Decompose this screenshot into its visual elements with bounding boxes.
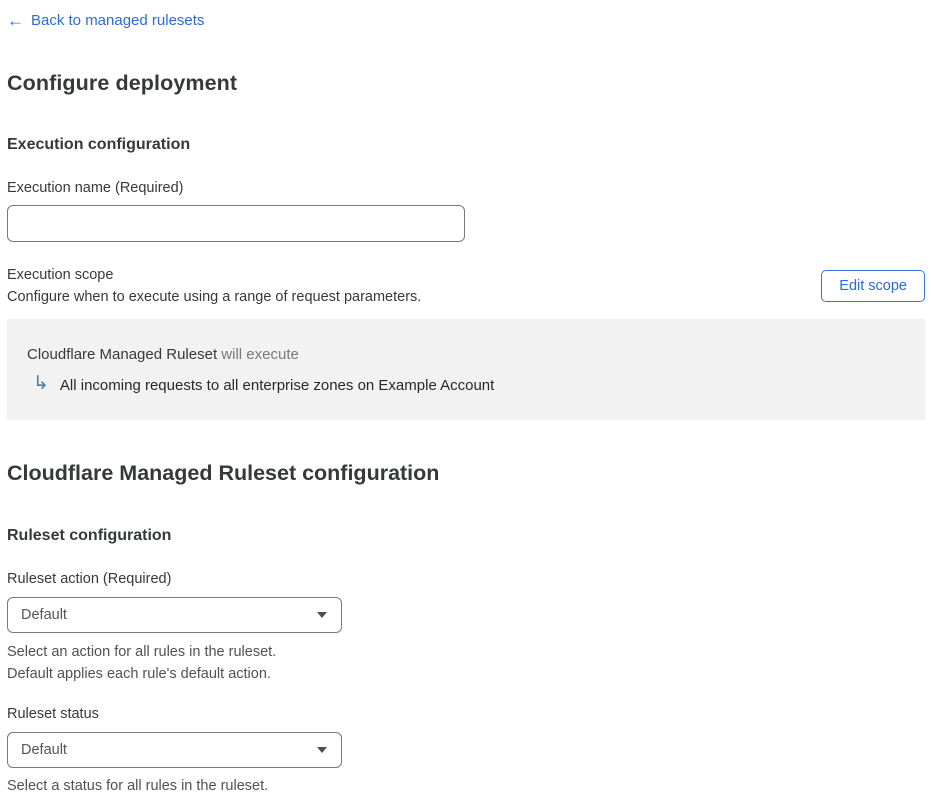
ruleset-action-help-line1: Select an action for all rules in the ru… <box>7 644 277 660</box>
execution-scope-description: Configure when to execute using a range … <box>7 289 422 305</box>
ruleset-action-help: Select an action for all rules in the ru… <box>7 641 925 685</box>
back-link-label: Back to managed rulesets <box>31 12 205 29</box>
execution-scope-row: Execution scope Configure when to execut… <box>7 267 925 305</box>
scope-summary-box: Cloudflare Managed Ruleset will execute … <box>7 319 925 420</box>
ruleset-status-selected-value: Default <box>21 742 67 758</box>
ruleset-status-select[interactable]: Default <box>7 732 342 768</box>
execution-name-label: Execution name (Required) <box>7 180 184 196</box>
ruleset-configuration-subheading: Ruleset configuration <box>7 527 172 544</box>
chevron-down-icon <box>317 747 327 753</box>
execution-scope-text: Execution scope Configure when to execut… <box>7 267 421 305</box>
scope-summary-will-execute: will execute <box>217 346 299 363</box>
ruleset-action-select[interactable]: Default <box>7 597 342 633</box>
ruleset-status-help: Select a status for all rules in the rul… <box>7 778 269 794</box>
execution-name-input[interactable] <box>7 205 465 242</box>
configure-deployment-page: ← Back to managed rulesets Configure dep… <box>0 0 931 797</box>
execution-scope-label: Execution scope <box>7 267 114 283</box>
chevron-down-icon <box>317 612 327 618</box>
scope-summary-text: All incoming requests to all enterprise … <box>59 377 495 394</box>
scope-summary-line2: ↳ All incoming requests to all enterpris… <box>33 373 905 395</box>
execution-configuration-heading: Execution configuration <box>7 136 191 153</box>
scope-summary-ruleset-name: Cloudflare Managed Ruleset <box>27 346 218 363</box>
scope-summary-line1: Cloudflare Managed Ruleset will execute <box>27 346 905 363</box>
ruleset-action-help-line2: Default applies each rule's default acti… <box>7 666 271 682</box>
back-arrow-icon: ← <box>7 11 24 30</box>
branch-arrow-icon: ↳ <box>33 373 49 394</box>
back-to-managed-rulesets-link[interactable]: ← Back to managed rulesets <box>7 12 204 29</box>
ruleset-action-label: Ruleset action (Required) <box>7 571 172 587</box>
ruleset-configuration-section-title: Cloudflare Managed Ruleset configuration <box>7 461 440 485</box>
page-title: Configure deployment <box>7 71 238 95</box>
ruleset-action-selected-value: Default <box>21 607 67 623</box>
ruleset-status-label: Ruleset status <box>7 706 99 722</box>
edit-scope-button[interactable]: Edit scope <box>821 270 925 302</box>
